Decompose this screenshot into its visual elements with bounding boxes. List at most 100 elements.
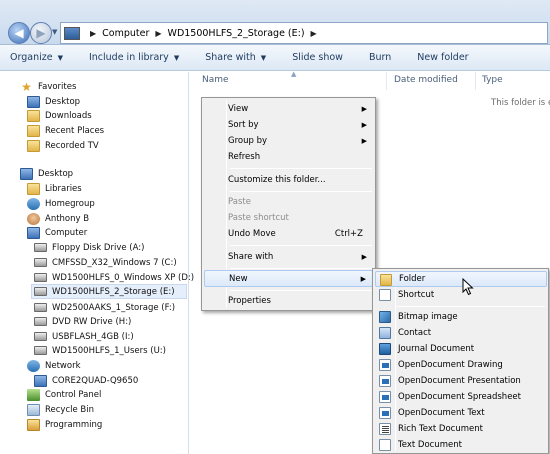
dvd-drive-icon bbox=[34, 317, 47, 326]
nav-network-pc[interactable]: CORE2QUAD-Q9650 bbox=[34, 373, 138, 388]
back-button[interactable]: ◀ bbox=[8, 22, 30, 44]
submenu-item-contact[interactable]: Contact bbox=[375, 325, 547, 341]
chevron-down-icon: ▼ bbox=[57, 53, 63, 62]
journal-icon bbox=[379, 343, 391, 355]
document-icon bbox=[379, 375, 391, 387]
libraries-icon bbox=[27, 182, 40, 195]
recent-pages-dropdown[interactable]: ▼ bbox=[52, 28, 60, 36]
nav-control-panel[interactable]: Control Panel bbox=[27, 387, 101, 402]
submenu-item-od-text[interactable]: OpenDocument Text bbox=[375, 405, 547, 421]
back-arrow-icon: ◀ bbox=[14, 26, 24, 40]
nav-user[interactable]: Anthony B bbox=[27, 211, 89, 226]
column-name[interactable]: Name bbox=[202, 75, 229, 85]
include-in-library-button[interactable]: Include in library ▼ bbox=[89, 52, 179, 63]
menu-item-properties[interactable]: Properties bbox=[204, 293, 373, 309]
nav-drive-c[interactable]: CMFSSD_X32_Windows 7 (C:) bbox=[34, 255, 177, 270]
nav-libraries[interactable]: Libraries bbox=[27, 181, 82, 196]
menu-separator bbox=[397, 306, 545, 307]
menu-item-view[interactable]: View ▶ bbox=[204, 101, 373, 117]
submenu-arrow-icon: ▶ bbox=[361, 121, 367, 129]
nav-computer[interactable]: Computer bbox=[27, 225, 87, 240]
submenu-item-shortcut[interactable]: Shortcut bbox=[375, 287, 547, 303]
menu-item-refresh[interactable]: Refresh bbox=[204, 149, 373, 165]
hard-drive-icon bbox=[34, 303, 47, 312]
hard-drive-icon bbox=[34, 273, 47, 282]
menu-separator bbox=[230, 168, 372, 169]
nav-recycle-bin[interactable]: Recycle Bin bbox=[27, 402, 94, 417]
submenu-item-od-drawing[interactable]: OpenDocument Drawing bbox=[375, 357, 547, 373]
hard-drive-icon bbox=[34, 258, 47, 267]
breadcrumb-separator[interactable]: ▶ bbox=[305, 29, 323, 38]
nav-drive-a[interactable]: Floppy Disk Drive (A:) bbox=[34, 240, 144, 255]
chevron-down-icon: ▼ bbox=[260, 53, 267, 62]
submenu-arrow-icon: ▶ bbox=[361, 137, 367, 145]
nav-recent-places[interactable]: Recent Places bbox=[27, 123, 104, 138]
navigation-pane: ★ Favorites Desktop Downloads Recent Plac… bbox=[0, 72, 194, 454]
nav-drive-d[interactable]: WD1500HLFS_0_Windows XP (D:) bbox=[34, 270, 194, 285]
floppy-drive-icon bbox=[34, 243, 47, 252]
submenu-arrow-icon: ▶ bbox=[360, 274, 366, 283]
chevron-down-icon: ▼ bbox=[173, 53, 180, 62]
command-bar: Organize ▼ Include in library ▼ Share with… bbox=[0, 45, 550, 71]
menu-item-customize[interactable]: Customize this folder... bbox=[204, 172, 373, 188]
nav-desktop-root[interactable]: Desktop bbox=[20, 166, 73, 181]
document-icon bbox=[379, 359, 391, 371]
submenu-item-rtf[interactable]: Rich Text Document bbox=[375, 421, 547, 437]
star-icon: ★ bbox=[21, 79, 32, 94]
forward-button[interactable]: ▶ bbox=[30, 22, 52, 44]
nav-homegroup[interactable]: Homegroup bbox=[27, 196, 95, 211]
submenu-item-bitmap[interactable]: Bitmap image bbox=[375, 309, 547, 325]
breadcrumb-separator[interactable]: ▶ bbox=[149, 29, 167, 38]
submenu-item-folder[interactable]: Folder bbox=[375, 271, 547, 287]
nav-drive-h[interactable]: DVD RW Drive (H:) bbox=[34, 314, 131, 329]
empty-folder-message: This folder is em bbox=[491, 98, 550, 108]
nav-favorites[interactable]: ★ Favorites bbox=[20, 79, 76, 94]
text-document-icon bbox=[379, 439, 391, 451]
submenu-arrow-icon: ▶ bbox=[361, 105, 367, 113]
desktop-icon bbox=[27, 95, 40, 108]
menu-separator bbox=[230, 268, 372, 269]
nav-drive-f[interactable]: WD2500AAKS_1_Storage (F:) bbox=[34, 300, 175, 315]
submenu-item-text[interactable]: Text Document bbox=[375, 437, 547, 453]
column-divider[interactable] bbox=[386, 72, 387, 90]
share-with-button[interactable]: Share with ▼ bbox=[205, 52, 266, 63]
menu-item-paste-shortcut[interactable]: Paste shortcut bbox=[204, 210, 373, 226]
hard-drive-icon bbox=[34, 346, 47, 355]
breadcrumb-separator[interactable]: ▶ bbox=[84, 29, 102, 38]
menu-separator bbox=[230, 290, 372, 291]
breadcrumb-computer[interactable]: Computer bbox=[102, 28, 149, 39]
organize-button[interactable]: Organize ▼ bbox=[10, 52, 63, 63]
nav-desktop[interactable]: Desktop bbox=[27, 94, 80, 109]
column-date-modified[interactable]: Date modified bbox=[394, 75, 458, 85]
menu-item-sort-by[interactable]: Sort by ▶ bbox=[204, 117, 373, 133]
nav-recorded-tv[interactable]: Recorded TV bbox=[27, 138, 99, 153]
address-bar-area: ◀ ▶ ▼ ▶ Computer ▶ WD1500HLFS_2_Storage … bbox=[0, 0, 550, 45]
column-divider[interactable] bbox=[475, 72, 476, 90]
menu-item-undo-move[interactable]: Undo Move Ctrl+Z bbox=[204, 226, 373, 242]
breadcrumb[interactable]: ▶ Computer ▶ WD1500HLFS_2_Storage (E:) ▶ bbox=[60, 22, 548, 44]
new-folder-button[interactable]: New folder bbox=[417, 52, 468, 63]
nav-drive-i[interactable]: USBFLASH_4GB (I:) bbox=[34, 329, 134, 344]
menu-item-paste[interactable]: Paste bbox=[204, 194, 373, 210]
recorded-tv-icon bbox=[27, 139, 40, 152]
nav-drive-u[interactable]: WD1500HLFS_1_Users (U:) bbox=[34, 343, 166, 358]
mouse-pointer-icon bbox=[462, 278, 474, 296]
slide-show-button[interactable]: Slide show bbox=[292, 52, 343, 63]
burn-button[interactable]: Burn bbox=[369, 52, 391, 63]
nav-downloads[interactable]: Downloads bbox=[27, 108, 92, 123]
nav-drive-e[interactable]: WD1500HLFS_2_Storage (E:) bbox=[31, 284, 187, 299]
network-icon bbox=[27, 359, 40, 372]
bitmap-icon bbox=[379, 311, 391, 323]
menu-item-share-with[interactable]: Share with ▶ bbox=[204, 249, 373, 265]
breadcrumb-drive-e[interactable]: WD1500HLFS_2_Storage (E:) bbox=[168, 28, 305, 39]
nav-programming[interactable]: Programming bbox=[27, 417, 102, 432]
submenu-item-od-presentation[interactable]: OpenDocument Presentation bbox=[375, 373, 547, 389]
submenu-item-journal[interactable]: Journal Document bbox=[375, 341, 547, 357]
submenu-item-od-spreadsheet[interactable]: OpenDocument Spreadsheet bbox=[375, 389, 547, 405]
recent-places-icon bbox=[27, 124, 40, 137]
menu-item-new[interactable]: New ▶ bbox=[204, 270, 373, 287]
nav-network[interactable]: Network bbox=[27, 358, 81, 373]
column-type[interactable]: Type bbox=[482, 75, 503, 85]
shortcut-icon bbox=[379, 289, 391, 301]
menu-item-group-by[interactable]: Group by ▶ bbox=[204, 133, 373, 149]
